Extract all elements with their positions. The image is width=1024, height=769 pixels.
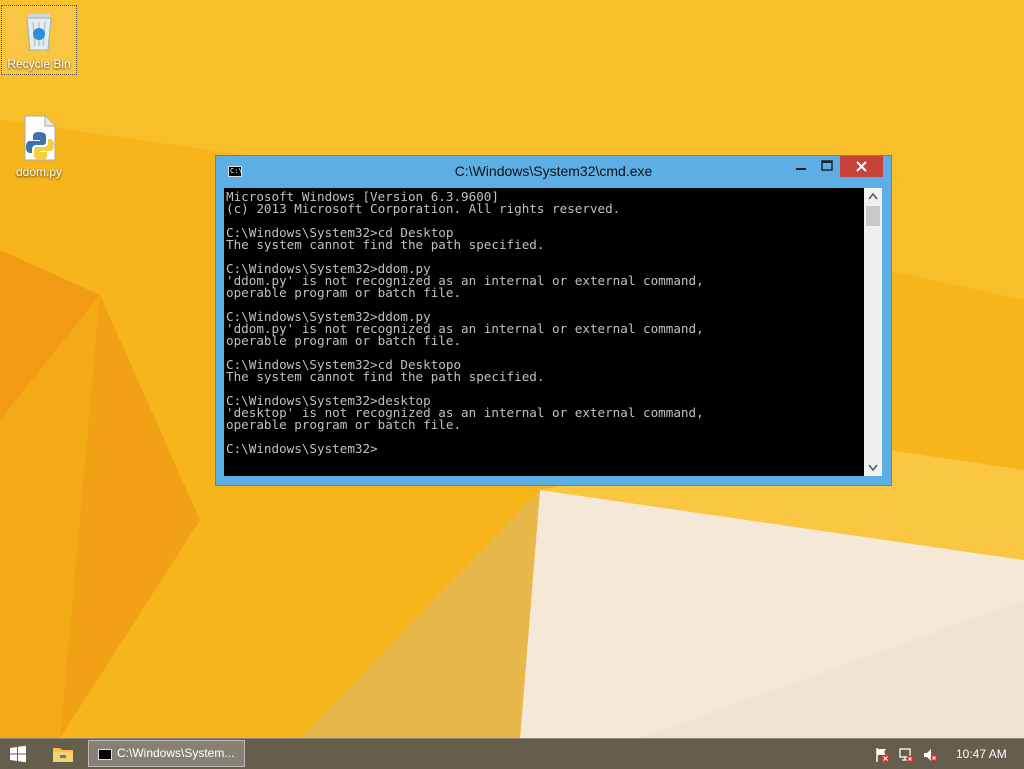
python-file-icon: [24, 115, 56, 161]
recycle-bin-label: Recycle Bin: [7, 57, 71, 71]
taskbar-cmd-label: C:\Windows\System...: [117, 746, 235, 760]
ddom-py-label: ddom.py: [15, 165, 63, 179]
ddom-py-desktop-icon[interactable]: ddom.py: [2, 114, 76, 179]
clock[interactable]: 10:47 AM: [956, 747, 1007, 761]
taskbar-cmd-button[interactable]: C:\Windows\System...: [88, 740, 245, 767]
scroll-thumb[interactable]: [866, 206, 880, 226]
scroll-up-icon[interactable]: [864, 188, 882, 205]
recycle-bin-icon: [26, 14, 52, 51]
close-button[interactable]: [840, 156, 883, 177]
recycle-bin-desktop-icon[interactable]: Recycle Bin: [1, 5, 77, 75]
console-output[interactable]: Microsoft Windows [Version 6.3.9600] (c)…: [224, 188, 864, 476]
cmd-window[interactable]: C:\ C:\Windows\System32\cmd.exe Microsof…: [215, 155, 892, 486]
vertical-scrollbar[interactable]: [864, 188, 882, 476]
minimize-button[interactable]: [788, 156, 814, 177]
console-text: Microsoft Windows [Version 6.3.9600] (c)…: [226, 189, 704, 456]
title-bar[interactable]: C:\ C:\Windows\System32\cmd.exe: [216, 156, 891, 188]
file-explorer-icon[interactable]: [52, 744, 74, 764]
taskbar: C:\Windows\System... 10:47 AM: [0, 738, 1024, 769]
maximize-button[interactable]: [814, 156, 840, 177]
windows-start-icon[interactable]: [9, 745, 27, 763]
scroll-down-icon[interactable]: [864, 459, 882, 476]
cmd-icon: [98, 749, 112, 760]
network-icon[interactable]: [898, 747, 914, 763]
action-center-flag-icon[interactable]: [874, 747, 890, 763]
volume-muted-icon[interactable]: [922, 747, 938, 763]
